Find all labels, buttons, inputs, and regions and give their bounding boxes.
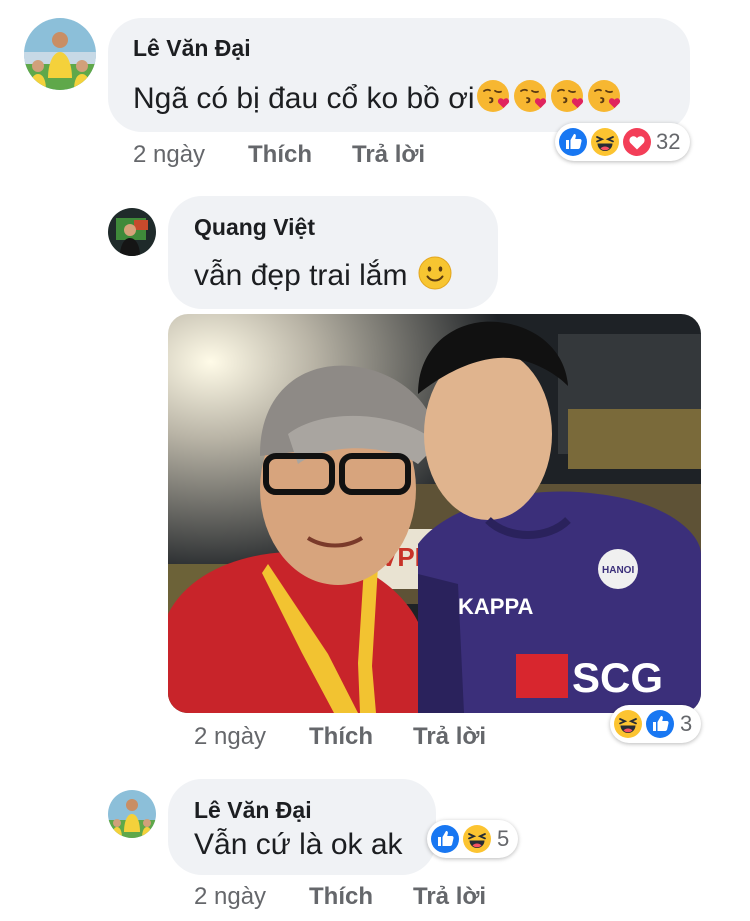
reactions-summary[interactable]: 3 — [610, 705, 701, 743]
jersey-brand-text: KAPPA — [458, 594, 533, 619]
like-reaction-icon — [645, 709, 675, 739]
comment-text: Vẫn cứ là ok ak — [194, 828, 403, 861]
kissing-heart-emoji-icon — [513, 78, 549, 114]
love-reaction-icon — [622, 127, 652, 157]
like-button[interactable]: Thích — [309, 883, 373, 911]
like-reaction-icon — [558, 127, 588, 157]
reaction-count: 32 — [656, 129, 681, 154]
smiling-face-emoji-icon — [417, 255, 453, 291]
comment-photo[interactable]: VPF KAPPA HANOI SCG — [168, 314, 701, 713]
jersey-sponsor-text: SCG — [572, 654, 663, 701]
comment-text: vẫn đẹp trai lắm — [194, 255, 453, 293]
comment-text: Ngã có bị đau cổ ko bồ ơi — [133, 78, 623, 116]
reaction-count: 5 — [497, 826, 510, 851]
reply-button[interactable]: Trả lời — [413, 723, 486, 751]
haha-reaction-icon — [462, 824, 492, 854]
reaction-count: 3 — [680, 711, 693, 736]
kissing-heart-emoji-icon — [476, 78, 512, 114]
comment-author[interactable]: Lê Văn Đại — [133, 35, 251, 62]
like-reaction-icon — [430, 824, 460, 854]
kissing-heart-emoji-icon — [587, 78, 623, 114]
crest-text: HANOI — [602, 565, 634, 576]
comment-text-content: Ngã có bị đau cổ ko bồ ơi — [133, 82, 475, 115]
reply-button[interactable]: Trả lời — [413, 883, 486, 911]
comment-timestamp[interactable]: 2 ngày — [194, 883, 266, 911]
like-button[interactable]: Thích — [248, 141, 312, 169]
reactions-summary[interactable]: 32 — [555, 123, 690, 161]
reply-button[interactable]: Trả lời — [352, 141, 425, 169]
kissing-heart-emoji-icon — [550, 78, 586, 114]
comment-timestamp[interactable]: 2 ngày — [194, 723, 266, 751]
avatar[interactable] — [108, 790, 156, 838]
haha-reaction-icon — [590, 127, 620, 157]
reactions-summary[interactable]: 5 — [427, 820, 518, 858]
comment-timestamp[interactable]: 2 ngày — [133, 141, 205, 169]
comment-author[interactable]: Lê Văn Đại — [194, 797, 312, 824]
haha-reaction-icon — [613, 709, 643, 739]
comment-text-content: vẫn đẹp trai lắm — [194, 259, 408, 292]
avatar[interactable] — [24, 18, 96, 90]
like-button[interactable]: Thích — [309, 723, 373, 751]
avatar[interactable] — [108, 208, 156, 256]
comment-author[interactable]: Quang Việt — [194, 214, 315, 241]
